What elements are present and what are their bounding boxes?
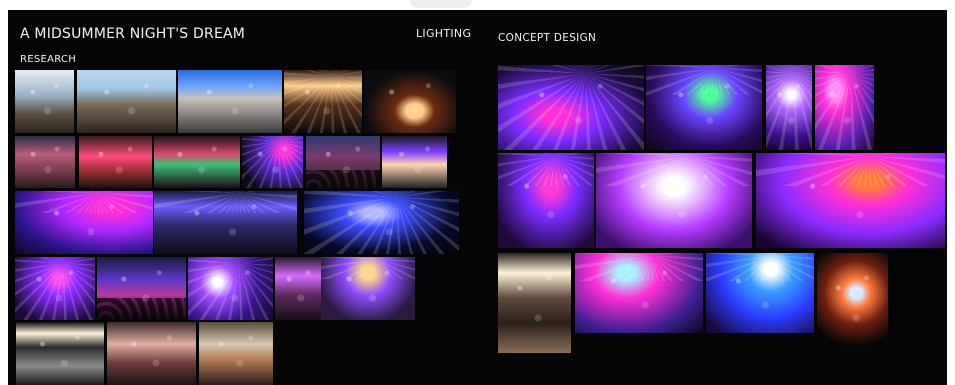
concept-photo-light-beams <box>766 65 812 150</box>
concept-design-label: CONCEPT DESIGN <box>498 32 597 44</box>
research-photo-club-crowd-2 <box>97 257 186 320</box>
concept-photo-crowd-hands <box>498 153 594 248</box>
research-photo-neon-street-1 <box>15 136 75 188</box>
research-photo-neon-street-3 <box>154 136 240 188</box>
concept-photo-bright-stage <box>596 153 752 248</box>
research-photo-bar-lounge <box>275 257 322 320</box>
research-photo-laser-show-1 <box>15 191 153 254</box>
lighting-label: LIGHTING <box>416 27 472 40</box>
concept-photo-magenta-glow <box>815 65 874 150</box>
concept-photo-disco-balls <box>817 253 888 353</box>
research-photo-concert-stage <box>154 191 297 254</box>
research-photo-street-2 <box>77 70 176 133</box>
research-photo-backstage-table <box>199 322 273 385</box>
concept-photo-dj-stage <box>646 65 762 150</box>
research-photo-crowd-1 <box>306 136 380 188</box>
research-label: RESEARCH <box>20 54 77 65</box>
concept-photo-dressing-mirror <box>498 253 571 353</box>
research-photo-crowd-confetti <box>321 257 415 320</box>
concept-photo-laser-crowd <box>756 153 945 248</box>
research-photo-bar-neon <box>382 136 447 188</box>
research-photo-club-stage <box>242 136 303 188</box>
board-title: A MIDSUMMER NIGHT'S DREAM <box>20 26 246 42</box>
research-photo-neon-street-2 <box>79 136 152 188</box>
research-photo-makeup-mirror <box>16 322 104 385</box>
research-photo-street-3 <box>178 70 282 133</box>
top-tab-decoration <box>410 0 472 8</box>
research-photo-purple-stage <box>15 257 95 320</box>
research-photo-street-1 <box>15 70 74 133</box>
concept-photo-crowd-raised-hand <box>575 253 703 333</box>
research-photo-bar-interior <box>284 70 362 133</box>
research-photo-disco-room <box>188 257 273 320</box>
research-photo-dancer-spotlight <box>304 191 459 254</box>
moodboard: A MIDSUMMER NIGHT'S DREAM RESEARCH LIGHT… <box>8 10 947 385</box>
concept-photo-club-bar <box>498 65 644 150</box>
research-photo-night-building <box>364 70 456 133</box>
concept-photo-blue-lasers <box>706 253 814 333</box>
research-photo-dressing-room <box>107 322 196 385</box>
